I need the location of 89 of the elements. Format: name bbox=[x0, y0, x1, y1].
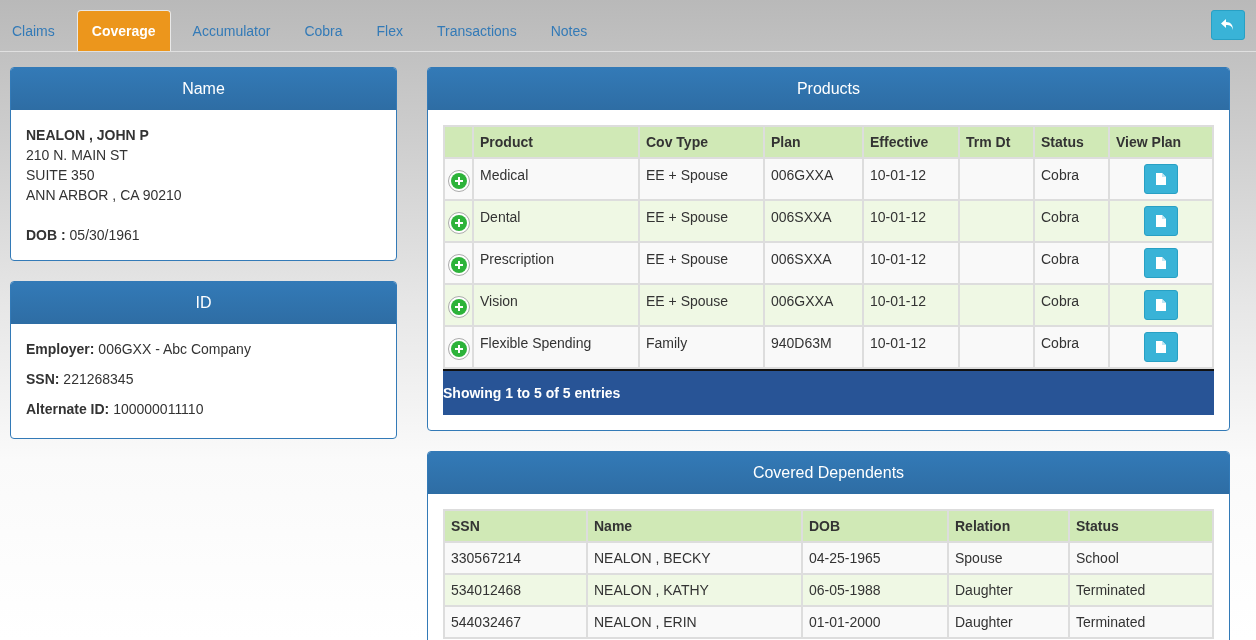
tab[interactable]: Coverage bbox=[76, 10, 171, 51]
table-cell: 544032467 bbox=[444, 606, 587, 638]
expand-plus-icon[interactable] bbox=[447, 254, 470, 276]
panel-title: Name bbox=[11, 68, 396, 110]
table-cell: 534012468 bbox=[444, 574, 587, 606]
address-line: SUITE 350 bbox=[26, 166, 96, 185]
column-header: Trm Dt bbox=[959, 126, 1034, 158]
id-field: Employer: 006GXX - Abc Company bbox=[26, 339, 381, 359]
table-cell: 940D63M bbox=[764, 326, 863, 368]
back-button[interactable] bbox=[1211, 10, 1245, 40]
expand-plus-icon[interactable] bbox=[447, 296, 470, 318]
column-header: DOB bbox=[802, 510, 948, 542]
column-header: Status bbox=[1069, 510, 1213, 542]
table-cell: Flexible Spending bbox=[473, 326, 639, 368]
document-icon bbox=[1156, 215, 1166, 227]
table-cell: Spouse bbox=[948, 542, 1069, 574]
document-icon bbox=[1156, 257, 1166, 269]
table-cell: EE + Spouse bbox=[639, 200, 764, 242]
table-footer: Showing 1 to 5 of 5 entries bbox=[443, 369, 1214, 415]
table-cell: 04-25-1965 bbox=[802, 542, 948, 574]
view-plan-button[interactable] bbox=[1144, 164, 1178, 194]
id-field: Alternate ID: 100000011110 bbox=[26, 399, 381, 419]
expand-plus-icon[interactable] bbox=[447, 170, 470, 192]
panel-title: ID bbox=[11, 282, 396, 324]
column-header: Plan bbox=[764, 126, 863, 158]
table-cell: 10-01-12 bbox=[863, 158, 959, 200]
id-field: SSN: 221268345 bbox=[26, 369, 381, 389]
expand-plus-icon[interactable] bbox=[447, 338, 470, 360]
column-header: Product bbox=[473, 126, 639, 158]
table-cell: Cobra bbox=[1034, 326, 1109, 368]
table-cell: Dental bbox=[473, 200, 639, 242]
table-cell: EE + Spouse bbox=[639, 242, 764, 284]
table-cell: NEALON , KATHY bbox=[587, 574, 802, 606]
view-plan-button[interactable] bbox=[1144, 206, 1178, 236]
table-cell: 006GXXA bbox=[764, 284, 863, 326]
table-cell: NEALON , ERIN bbox=[587, 606, 802, 638]
table-cell: 006GXXA bbox=[764, 158, 863, 200]
table-cell: Terminated bbox=[1069, 574, 1213, 606]
panel-title: Products bbox=[428, 68, 1229, 110]
dob-text: DOB : 05/30/1961 bbox=[26, 226, 141, 245]
table-cell: Family bbox=[639, 326, 764, 368]
column-header: View Plan bbox=[1109, 126, 1213, 158]
view-plan-button[interactable] bbox=[1144, 248, 1178, 278]
column-header: Effective bbox=[863, 126, 959, 158]
table-cell: Cobra bbox=[1034, 200, 1109, 242]
table-cell: NEALON , BECKY bbox=[587, 542, 802, 574]
table-cell: Vision bbox=[473, 284, 639, 326]
table-cell: Cobra bbox=[1034, 242, 1109, 284]
tab[interactable]: Transactions bbox=[425, 10, 529, 51]
column-header: Cov Type bbox=[639, 126, 764, 158]
table-cell: Terminated bbox=[1069, 606, 1213, 638]
column-header: Name bbox=[587, 510, 802, 542]
table-cell: Medical bbox=[473, 158, 639, 200]
table-cell: 006SXXA bbox=[764, 200, 863, 242]
document-icon bbox=[1156, 341, 1166, 353]
document-icon bbox=[1156, 299, 1166, 311]
table-cell: Cobra bbox=[1034, 158, 1109, 200]
reply-arrow-icon bbox=[1221, 19, 1235, 31]
tab[interactable]: Accumulator bbox=[180, 10, 283, 51]
table-cell: 06-05-1988 bbox=[802, 574, 948, 606]
table-cell: Prescription bbox=[473, 242, 639, 284]
table-cell: School bbox=[1069, 542, 1213, 574]
tab[interactable]: Cobra bbox=[292, 10, 355, 51]
address-line: ANN ARBOR , CA 90210 bbox=[26, 186, 183, 205]
view-plan-button[interactable] bbox=[1144, 332, 1178, 362]
panel-title: Covered Dependents bbox=[428, 452, 1229, 494]
table-cell: 10-01-12 bbox=[863, 242, 959, 284]
table-cell: EE + Spouse bbox=[639, 284, 764, 326]
table-cell: 330567214 bbox=[444, 542, 587, 574]
tab[interactable]: Notes bbox=[538, 10, 600, 51]
column-header: SSN bbox=[444, 510, 587, 542]
member-name: NEALON , JOHN P bbox=[26, 126, 150, 145]
view-plan-button[interactable] bbox=[1144, 290, 1178, 320]
table-cell: Cobra bbox=[1034, 284, 1109, 326]
table-cell: 10-01-12 bbox=[863, 284, 959, 326]
table-cell: EE + Spouse bbox=[639, 158, 764, 200]
table-cell: 01-01-2000 bbox=[802, 606, 948, 638]
column-header: Relation bbox=[948, 510, 1069, 542]
address-line: 210 N. MAIN ST bbox=[26, 146, 129, 165]
column-header: Status bbox=[1034, 126, 1109, 158]
table-cell: 10-01-12 bbox=[863, 326, 959, 368]
table-cell: 10-01-12 bbox=[863, 200, 959, 242]
table-cell: Daughter bbox=[948, 574, 1069, 606]
document-icon bbox=[1156, 173, 1166, 185]
tab[interactable]: Flex bbox=[364, 10, 415, 51]
table-cell: Daughter bbox=[948, 606, 1069, 638]
tab[interactable]: Claims bbox=[0, 10, 67, 51]
expand-plus-icon[interactable] bbox=[447, 212, 470, 234]
table-cell: 006SXXA bbox=[764, 242, 863, 284]
